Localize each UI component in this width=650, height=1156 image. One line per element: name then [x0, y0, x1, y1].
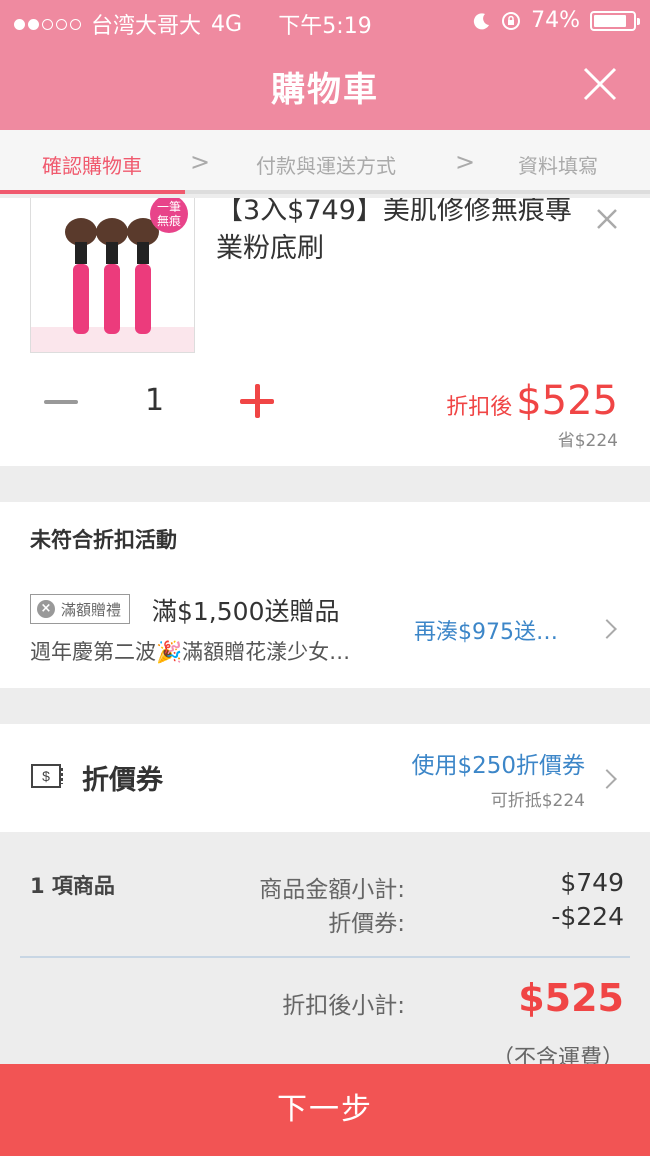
remove-item-icon[interactable]	[596, 208, 618, 230]
gift-tag: × 滿額贈禮	[30, 594, 131, 624]
battery-icon	[590, 10, 640, 31]
item-count: 1 項商品	[30, 874, 115, 898]
svg-text:$: $	[42, 768, 50, 784]
gift-description: 週年慶第二波🎉滿額贈花漾少女…	[30, 640, 351, 664]
promotion-heading: 未符合折扣活動	[30, 528, 177, 552]
quantity-decrease-button[interactable]	[44, 400, 78, 404]
price-value: $525	[516, 378, 618, 424]
rotation-lock-icon	[502, 11, 521, 30]
divider	[20, 956, 630, 958]
discounted-price: 折扣後 $525	[446, 378, 618, 424]
step-payment-shipping[interactable]: 付款與運送方式	[256, 150, 396, 179]
total-label: 折扣後小計:	[282, 993, 405, 1019]
price-label: 折扣後	[446, 395, 513, 420]
product-image[interactable]: 一筆 無痕	[30, 198, 195, 353]
cart-item: 一筆 無痕 【3入$749】美肌修修無痕專業粉底刷 1 折扣後 $525 省$2…	[0, 198, 650, 466]
product-name[interactable]: 【3入$749】美肌修修無痕專業粉底刷	[216, 198, 576, 268]
use-coupon-link[interactable]: 使用$250折價券	[411, 746, 585, 780]
battery-percent: 74%	[531, 8, 580, 33]
coupon-row[interactable]: $ 折價券 使用$250折價券 可折抵$224	[0, 724, 650, 832]
chevron-right-icon: >	[190, 148, 211, 176]
close-icon[interactable]	[582, 66, 618, 102]
step-fill-info[interactable]: 資料填寫	[518, 150, 598, 179]
page-title: 購物車	[271, 70, 379, 110]
chevron-right-icon[interactable]	[597, 619, 617, 639]
promotion-section: 未符合折扣活動 × 滿額贈禮 滿$1,500送贈品 週年慶第二波🎉滿額贈花漾少女…	[0, 502, 650, 688]
subtotal-label: 商品金額小計:	[259, 877, 405, 903]
gift-title: 滿$1,500送贈品	[152, 597, 340, 626]
coupon-discount-value: -$224	[551, 902, 624, 931]
quantity-value: 1	[145, 383, 165, 418]
gift-tag-label: 滿額贈禮	[61, 600, 122, 619]
x-circle-icon: ×	[37, 600, 55, 618]
coupon-deduction: 可折抵$224	[490, 791, 585, 811]
step-confirm-cart[interactable]: 確認購物車	[42, 150, 142, 179]
moon-icon	[473, 12, 490, 29]
app-header: 台湾大哥大 4G 下午5:19 74% 購物車	[0, 0, 650, 130]
total-value: $525	[518, 976, 624, 1020]
checkout-steps: 確認購物車 > 付款與運送方式 > 資料填寫	[0, 130, 650, 194]
add-more-link[interactable]: 再湊$975送…	[414, 614, 558, 646]
coupon-label: 折價券	[82, 765, 163, 796]
chevron-right-icon[interactable]	[597, 769, 617, 789]
next-step-button[interactable]: 下一步	[0, 1064, 650, 1156]
subtotal-value: $749	[560, 868, 624, 897]
step-progress-bar	[0, 190, 650, 194]
coupon-discount-label: 折價券:	[328, 911, 405, 937]
status-bar: 台湾大哥大 4G 下午5:19 74%	[0, 0, 650, 44]
saved-amount: 省$224	[557, 431, 618, 451]
chevron-right-icon: >	[455, 148, 476, 176]
order-summary: 1 項商品 商品金額小計: $749 折價券: -$224 折扣後小計: $52…	[0, 832, 650, 1072]
coupon-icon: $	[31, 764, 63, 788]
quantity-increase-button[interactable]	[240, 384, 274, 418]
status-right: 74%	[473, 8, 640, 33]
